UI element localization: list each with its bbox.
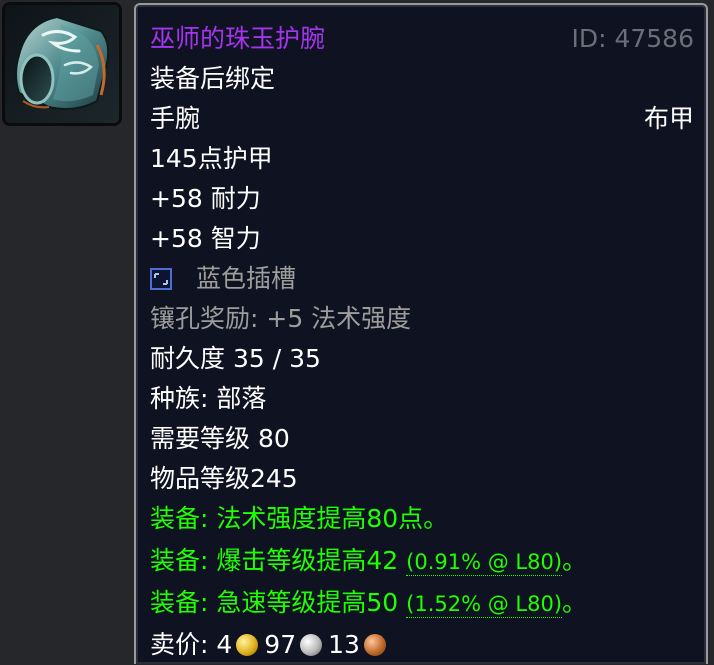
gold-coin-icon [236,634,259,656]
blue-socket-icon [150,268,172,290]
copper-amount: 13 [328,630,360,659]
item-id: ID: 47586 [571,24,694,53]
silver-coin-icon [300,634,323,656]
haste-percent-note: (1.52% @ L80) [406,592,563,618]
haste-suffix: 。 [562,588,588,617]
sell-price: 卖价: 4 97 13 [150,625,694,665]
item-tooltip: 巫师的珠玉护腕 ID: 47586 装备后绑定 手腕 布甲 145点护甲 +58… [134,3,708,664]
item-name[interactable]: 巫师的珠玉护腕 [150,19,325,59]
copper-coin-icon [363,634,386,656]
item-slot: 手腕 [150,104,201,133]
gold-amount: 4 [216,630,233,659]
tooltip-header: 巫师的珠玉护腕 ID: 47586 [150,19,694,59]
race-requirement: 种族: 部落 [150,384,267,413]
durability: 耐久度 35 / 35 [150,344,321,373]
armor-value: 145点护甲 [150,144,273,173]
slot-row: 手腕 布甲 [150,99,694,139]
sell-price-label: 卖价: [150,630,209,659]
item-level: 物品等级245 [150,464,298,493]
silver-amount: 97 [264,630,297,659]
required-level: 需要等级 80 [150,424,290,453]
stat-stamina: +58 耐力 [150,184,261,213]
item-icon-frame[interactable] [2,2,122,126]
stat-intellect: +58 智力 [150,224,261,253]
crit-percent-note: (0.91% @ L80) [406,550,563,576]
equip-effect-spellpower: 装备: 法术强度提高80点。 [150,504,449,533]
equip-effect-crit-text: 装备: 爆击等级提高42 [150,546,399,575]
bracer-icon [5,5,119,123]
armor-type: 布甲 [643,104,694,133]
crit-suffix: 。 [562,546,588,575]
socket-bonus: 镶孔奖励: +5 法术强度 [150,304,412,333]
socket-row: 蓝色插槽 [150,259,694,299]
socket-label: 蓝色插槽 [196,264,297,293]
bind-type: 装备后绑定 [150,64,276,93]
equip-effect-haste: 装备: 急速等级提高50 (1.52% @ L80)。 [150,583,694,623]
equip-effect-haste-text: 装备: 急速等级提高50 [150,588,399,617]
equip-effect-crit: 装备: 爆击等级提高42 (0.91% @ L80)。 [150,541,694,581]
